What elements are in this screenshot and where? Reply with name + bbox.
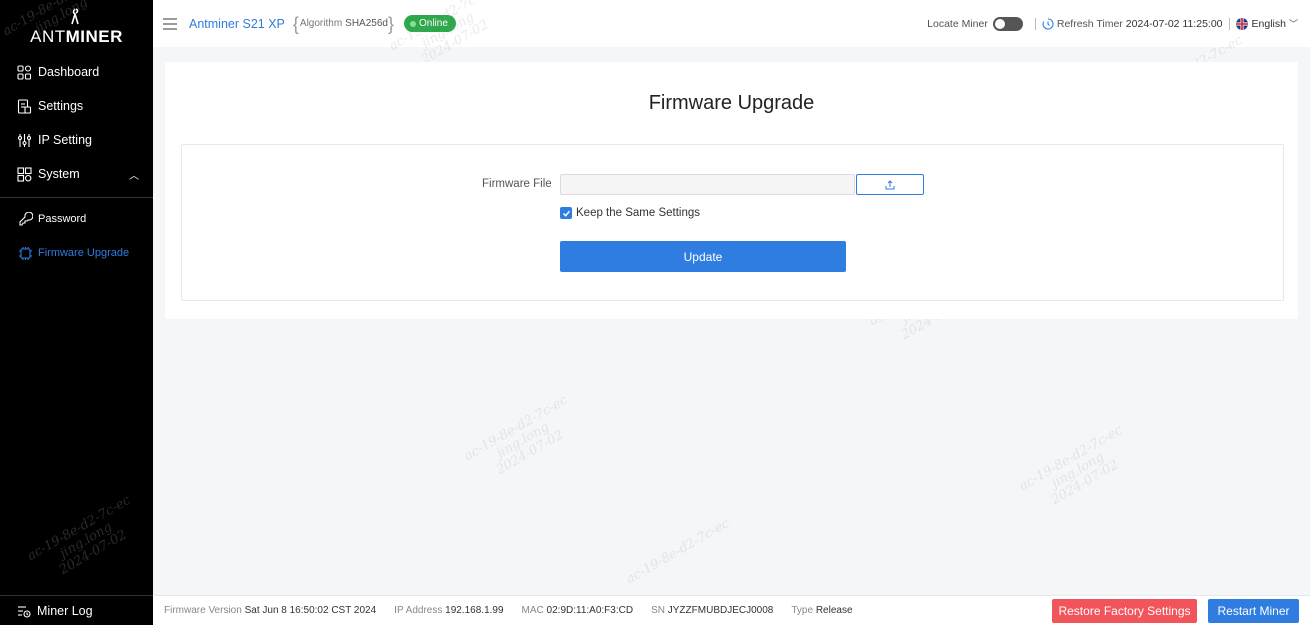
language-select[interactable]: English [1252,18,1286,30]
restart-miner-button[interactable]: Restart Miner [1208,599,1299,623]
algorithm-label: Algorithm [299,18,343,29]
sidebar-item-label: Firmware Upgrade [38,247,130,259]
watermark: ac-19-8e-d2-7c-ec [623,515,733,588]
miner-log-button[interactable]: Miner Log [0,595,153,625]
firmware-icon [19,246,32,260]
system-icon [17,166,32,182]
algorithm-value: SHA256d [345,18,388,29]
sidebar-item-firmware-upgrade[interactable]: Firmware Upgrade [0,236,153,270]
status-badge: Online [403,15,456,32]
upgrade-form: Firmware File Keep the Same Settings Upd… [181,144,1284,301]
refresh-timer-icon[interactable] [1042,17,1054,30]
sidebar-item-label: Password [38,213,87,225]
sidebar-item-ip-setting[interactable]: IP Setting [0,123,153,157]
divider [1034,17,1036,30]
menu-icon[interactable] [163,17,177,30]
top-header: Antminer S21 XP { Algorithm SHA256d } On… [153,0,1310,47]
watermark: ac-19-8e-d2-7c-ec jing.long 2024-07-02 [24,492,134,578]
brace-left-icon: { [292,13,299,34]
settings-icon [17,98,32,114]
divider [1228,17,1230,30]
ip-address-info: IP Address 192.168.1.99 [394,605,504,616]
antminer-logo: ANTMINER [0,0,153,55]
firmware-version-info: Firmware Version Sat Jun 8 16:50:02 CST … [164,605,377,616]
sidebar: ANTMINER Dashboard Settings IP Setting S… [0,0,153,625]
sidebar-item-label: System [38,167,80,181]
sidebar-item-label: Settings [38,99,84,113]
sidebar-item-label: Dashboard [38,65,100,79]
sidebar-item-system[interactable]: System ︿ [0,157,153,191]
keep-settings-label: Keep the Same Settings [576,207,701,219]
page-title: Firmware Upgrade [648,92,815,114]
antminer-logo-icon [70,8,79,25]
status-dot-icon [409,20,416,27]
watermark: ac-19-8e-d2-7c-ec jing.long 2024-07-02 [1016,422,1126,508]
refresh-timer-value: 2024-07-02 11:25:00 [1125,17,1223,30]
dashboard-icon [17,64,32,80]
mac-info: MAC 02:9D:11:A0:F3:CD [521,605,634,616]
upload-icon [885,179,895,189]
refresh-timer-label: Refresh Timer [1056,17,1123,30]
algorithm-badge: { Algorithm SHA256d } [293,15,394,33]
keep-settings-checkbox[interactable]: Keep the Same Settings [560,207,700,219]
password-icon [19,211,33,226]
firmware-file-label: Firmware File [482,178,552,190]
uk-flag-icon [1235,17,1248,30]
firmware-upgrade-card: Firmware Upgrade Firmware File Keep the … [165,62,1298,319]
type-info: Type Release [791,605,853,616]
status-label: Online [418,18,448,29]
ip-setting-icon [17,133,32,147]
miner-model: Antminer S21 XP [189,16,285,31]
locate-miner-label: Locate Miner [927,17,988,30]
sidebar-item-settings[interactable]: Settings [0,89,153,123]
watermark: ac-19-8e-d2-7c-ec jing.long 2024-07-02 [461,392,571,478]
upload-button[interactable] [856,174,924,195]
divider [0,197,153,198]
sidebar-item-password[interactable]: Password [0,202,153,236]
miner-log-icon [18,605,31,618]
toggle-knob [994,18,1005,29]
miner-log-label: Miner Log [37,603,93,618]
serial-number-info: SN JYZZFMUBDJECJ0008 [651,605,774,616]
logo-text: ANTMINER [30,27,123,46]
checkbox-checked-icon[interactable] [560,207,572,219]
status-footer: Firmware Version Sat Jun 8 16:50:02 CST … [153,595,1310,625]
firmware-file-input[interactable] [560,174,855,195]
locate-miner-toggle[interactable] [992,16,1023,31]
brace-right-icon: } [387,13,394,34]
sidebar-item-dashboard[interactable]: Dashboard [0,55,153,89]
chevron-up-icon: ︿ [129,170,139,182]
header-controls: Locate Miner Refresh Timer 2024-07-02 11… [927,0,1298,47]
sidebar-item-label: IP Setting [38,133,92,147]
restore-factory-settings-button[interactable]: Restore Factory Settings [1052,599,1197,623]
chevron-down-icon: ﹀ [1288,19,1298,29]
update-button[interactable]: Update [560,241,846,272]
